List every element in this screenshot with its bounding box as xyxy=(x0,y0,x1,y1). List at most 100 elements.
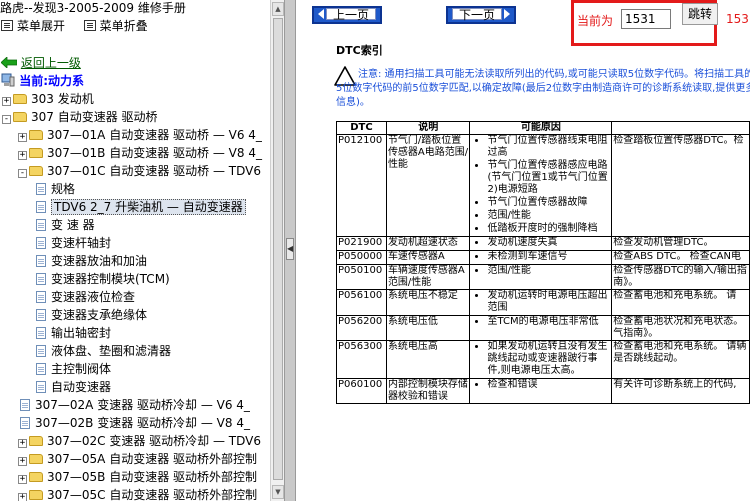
dtc-code: P050100 xyxy=(336,264,387,290)
expand-icon[interactable]: + xyxy=(18,151,27,160)
tree-item-label: 307—02B 变速器 驱动桥冷却 — V8 4_ xyxy=(35,416,250,430)
cause-item: 范围/性能 xyxy=(487,210,610,222)
folder-icon xyxy=(29,148,43,158)
window-title: 路虎--发现3-2005-2009 维修手册 xyxy=(0,1,186,15)
collapse-icon[interactable]: - xyxy=(2,115,11,124)
expand-icon[interactable]: + xyxy=(18,475,27,484)
possible-causes: 发动机运转时电源电压超出范围 xyxy=(469,289,613,316)
jump-button[interactable]: 跳转 xyxy=(682,3,718,25)
tree-folder-item[interactable]: +307—01A 自动变速器 驱动桥 — V6 4_ xyxy=(18,126,262,144)
tree-doc-item[interactable]: 规格 xyxy=(34,180,75,198)
table-row: P056200系统电压低 至TCM的电源电压非常低检查蓄电池状况和充电状态。气指南… xyxy=(336,315,750,341)
expand-icon[interactable]: + xyxy=(18,133,27,142)
document-icon xyxy=(36,219,46,231)
tree-doc-item[interactable]: 变速杆轴封 xyxy=(34,234,111,252)
dtc-code: P056200 xyxy=(336,315,387,341)
tree-folder-item[interactable]: - 307 自动变速器 驱动桥 xyxy=(2,108,158,126)
panel-splitter[interactable]: ◀ xyxy=(284,0,296,501)
current-path: 当前:动力系 xyxy=(1,72,84,89)
tree-folder-item[interactable]: - 307—01C 自动变速器 驱动桥 — TDV6 xyxy=(18,162,261,180)
possible-causes: 检查和错误 xyxy=(469,378,613,404)
scroll-up-arrow-icon[interactable]: ▲ xyxy=(272,2,284,16)
left-scrollbar[interactable]: ▲ ▼ xyxy=(270,0,284,501)
possible-causes: 节气门位置传感器线束电阻过高节气门位置传感器感应电路(节气门位置1或节气门位置2… xyxy=(469,134,613,237)
document-icon xyxy=(36,327,46,339)
tree-item-label: 输出轴密封 xyxy=(51,326,112,340)
col-desc-header: 说明 xyxy=(385,121,471,135)
folder-icon xyxy=(29,490,43,500)
scroll-thumb[interactable] xyxy=(273,18,283,480)
action: 检查蓄电池和充电系统。 请 xyxy=(611,289,750,316)
back-arrow-icon xyxy=(0,56,18,69)
current-page-label: 当前为 xyxy=(577,14,614,28)
tree-item-label: 307—05C 自动变速器 驱动桥外部控制 xyxy=(47,488,258,501)
tree-item-label: 307—05A 自动变速器 驱动桥外部控制 xyxy=(47,452,258,466)
back-link[interactable]: 返回上一级 xyxy=(0,54,81,71)
tree-folder-item[interactable]: +307—01B 自动变速器 驱动桥 — V8 4_ xyxy=(18,144,262,162)
tree-folder-item[interactable]: +307—02C 变速器 驱动桥冷却 — TDV6 xyxy=(18,432,261,450)
dtc-description: 系统电压不稳定 xyxy=(385,289,471,316)
tree-item-label: 规格 xyxy=(51,182,76,196)
cause-item: 低踏板开度时的强制降档 xyxy=(487,223,610,235)
expand-icon[interactable]: + xyxy=(2,97,11,106)
collapse-icon[interactable]: - xyxy=(18,169,27,178)
table-row: P056300系统电压高如果发动机运转且没有发生跳线起动或变速器跛行事件,则电源… xyxy=(336,340,750,379)
tree-doc-item[interactable]: 变 速 器 xyxy=(34,216,95,234)
tree-doc-item[interactable]: TDV6 2_7 升柴油机 — 自动变速器 xyxy=(34,198,246,216)
cause-item: 未检测到车速信号 xyxy=(487,251,610,263)
tree-doc-item[interactable]: 自动变速器 xyxy=(34,378,111,396)
next-page-button[interactable]: 下一页 xyxy=(446,6,517,24)
expand-icon[interactable]: + xyxy=(18,457,27,466)
action: 检查踏板位置传感器DTC。检 xyxy=(611,134,750,237)
table-row: P050000车速传感器A 未检测到车速信号检查ABS DTC。 检查CAN电 xyxy=(336,250,750,265)
tree-folder-item[interactable]: +307—05A 自动变速器 驱动桥外部控制 xyxy=(18,450,257,468)
tree-item-label: 307—01B 自动变速器 驱动桥 — V8 4_ xyxy=(47,146,262,160)
dtc-description: 内部控制模块存储器校验和错误 xyxy=(385,378,471,404)
tree-doc-item[interactable]: 液体盘、垫圈和滤清器 xyxy=(34,342,171,360)
tree-doc-item[interactable]: 变速器液位检查 xyxy=(34,288,135,306)
action: 有关许可诊断系统上的代码, xyxy=(611,378,750,404)
expand-icon[interactable]: + xyxy=(18,493,27,501)
cause-item: 检查和错误 xyxy=(487,379,610,391)
tree-item-label: 307—01C 自动变速器 驱动桥 — TDV6 xyxy=(47,164,262,178)
tree-doc-item[interactable]: 307—02A 变速器 驱动桥冷却 — V6 4_ xyxy=(18,396,250,414)
left-arrow-icon xyxy=(318,9,324,19)
tree-doc-item[interactable]: 307—02B 变速器 驱动桥冷却 — V8 4_ xyxy=(18,414,250,432)
collapse-panel-icon[interactable]: ◀ xyxy=(286,238,294,260)
tree-folder-item[interactable]: +307—05C 自动变速器 驱动桥外部控制 xyxy=(18,486,257,501)
cause-item: 节气门位置传感器线束电阻过高 xyxy=(487,135,610,159)
tree-doc-item[interactable]: 变速器控制模块(TCM) xyxy=(34,270,170,288)
right-arrow-icon xyxy=(504,9,511,19)
menu-expand-button[interactable]: 菜单展开 xyxy=(17,19,65,33)
tree-item-label: 变速器支承绝缘体 xyxy=(51,308,148,322)
document-icon xyxy=(36,237,46,249)
col-action-header xyxy=(611,121,750,135)
document-icon xyxy=(36,291,46,303)
back-link-label: 返回上一级 xyxy=(20,56,81,70)
tree-folder-item[interactable]: +303 发动机 xyxy=(2,90,94,108)
scroll-down-arrow-icon[interactable]: ▼ xyxy=(272,485,284,499)
tree-item-label: 303 发动机 xyxy=(31,92,94,106)
left-nav-panel: 路虎--发现3-2005-2009 维修手册 菜单展开 菜单折叠 返回上一级 当… xyxy=(0,0,270,501)
table-row: P050100车辆速度传感器A范围/性能 范围/性能检查传感器DTC的输入/输出指… xyxy=(336,264,750,290)
cause-item: 发动机速度失真 xyxy=(487,237,610,249)
dtc-code: P056100 xyxy=(336,289,387,316)
col-dtc-header: DTC xyxy=(336,121,387,135)
cause-item: 节气门位置传感器感应电路(节气门位置1或节气门位置2)电源短路 xyxy=(487,160,610,196)
menu-collapse-button[interactable]: 菜单折叠 xyxy=(100,19,148,33)
tree-doc-item[interactable]: 变速器放油和加油 xyxy=(34,252,147,270)
tree-folder-item[interactable]: +307—05B 自动变速器 驱动桥外部控制 xyxy=(18,468,257,486)
folder-icon xyxy=(29,454,43,464)
tree-item-label: 307—02C 变速器 驱动桥冷却 — TDV6 xyxy=(47,434,262,448)
document-icon xyxy=(36,255,46,267)
tree-doc-item[interactable]: 变速器支承绝缘体 xyxy=(34,306,147,324)
prev-page-button[interactable]: 上一页 xyxy=(312,6,383,24)
action: 检查发动机管理DTC。 xyxy=(611,236,750,251)
action: 检查传感器DTC的输入/输出指南》。 xyxy=(611,264,750,290)
document-icon xyxy=(20,399,30,411)
expand-icon[interactable]: + xyxy=(18,439,27,448)
current-page-input[interactable] xyxy=(621,9,671,29)
tree-doc-item[interactable]: 主控制阀体 xyxy=(34,360,111,378)
tree-item-label: 变速杆轴封 xyxy=(51,236,112,250)
tree-doc-item[interactable]: 输出轴密封 xyxy=(34,324,111,342)
